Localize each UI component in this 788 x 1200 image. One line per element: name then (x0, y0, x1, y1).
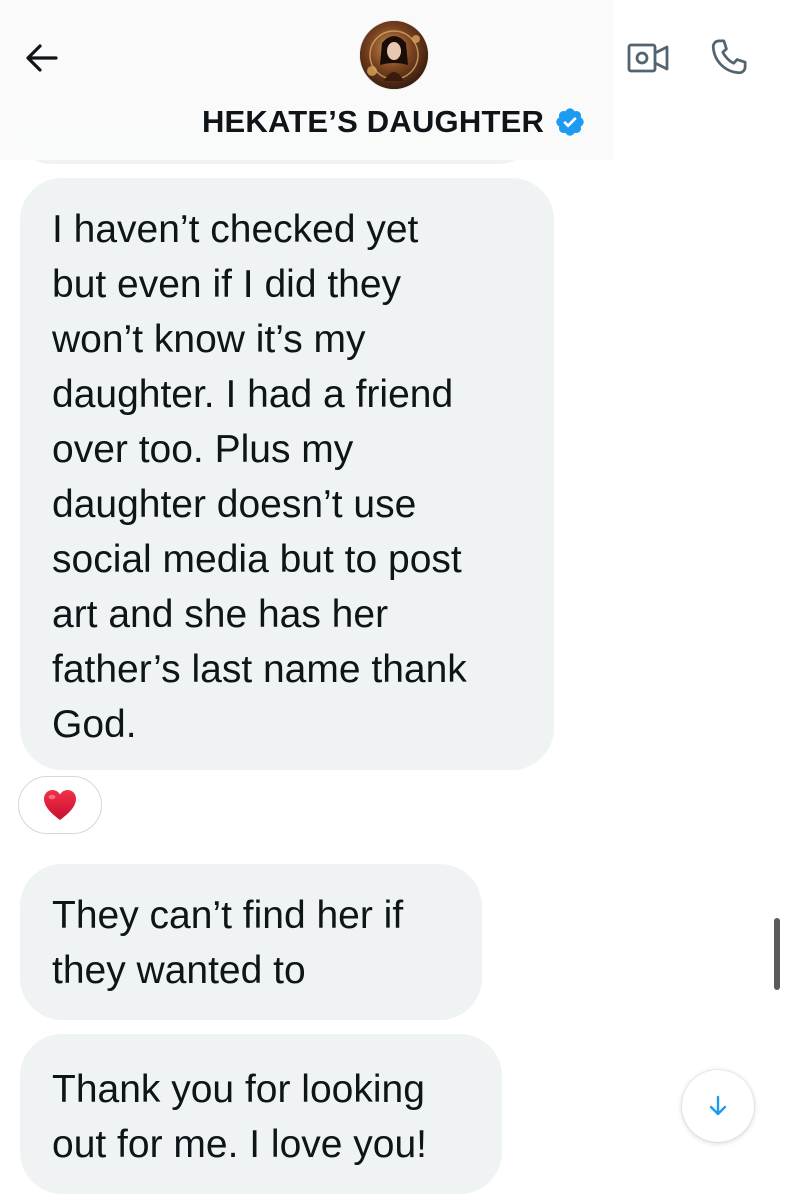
conversation-header: HEKATE’S DAUGHTER (0, 0, 788, 160)
message-bubble[interactable]: I haven’t checked yet but even if I did … (20, 178, 554, 770)
heart-reaction[interactable] (18, 776, 102, 834)
scrollbar[interactable] (774, 918, 780, 990)
contact-name: HEKATE’S DAUGHTER (201, 104, 545, 139)
contact-name-row[interactable]: HEKATE’S DAUGHTER (0, 100, 788, 144)
message-bubble[interactable]: Thank you for looking out for me. I love… (20, 1034, 502, 1194)
video-camera-icon (627, 43, 669, 73)
message-bubble[interactable]: They can’t find her if they wanted to (20, 864, 482, 1020)
video-call-button[interactable] (622, 34, 676, 82)
scroll-to-bottom-button[interactable] (682, 1070, 754, 1142)
voice-call-button[interactable] (702, 30, 756, 84)
avatar[interactable] (360, 21, 428, 89)
dm-conversation-screen: HEKATE’S DAUGHTER I haven’t checked yet … (0, 0, 788, 1200)
back-button[interactable] (18, 34, 66, 82)
arrow-left-icon (26, 44, 58, 72)
heart-icon (44, 790, 76, 820)
arrow-down-icon (709, 1095, 727, 1116)
phone-icon (711, 39, 747, 75)
avatar-image (360, 21, 428, 89)
verified-badge-icon (556, 108, 584, 136)
